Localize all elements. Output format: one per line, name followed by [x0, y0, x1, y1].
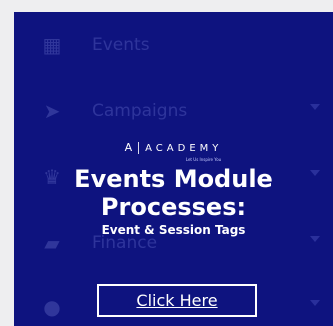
send-icon: ➤	[43, 99, 61, 123]
chevron-down-icon	[310, 104, 320, 110]
headline-line-2: Processes:	[100, 193, 247, 221]
click-here-button[interactable]: Click Here	[97, 284, 257, 317]
chevron-down-icon	[310, 300, 320, 306]
headline-line-1: Events Module	[74, 165, 273, 193]
users-icon: ●	[43, 295, 61, 319]
sidebar-item-label: Events	[92, 35, 150, 55]
logo-divider	[138, 142, 140, 154]
sidebar-item-campaigns: ➤ Campaigns	[40, 100, 320, 122]
academy-tagline: Let Us Inspire You	[185, 157, 222, 162]
academy-wordmark: ACADEMY	[145, 142, 223, 154]
calendar-icon: ▦	[42, 33, 62, 57]
banner-subheadline: Event & Session Tags	[101, 223, 246, 237]
sidebar-item-events: ▦ Events	[40, 34, 320, 56]
sidebar-item-label: Campaigns	[92, 101, 188, 121]
academy-logo-mark: A	[124, 141, 133, 154]
banner-headline: Events Module Processes: Event & Session…	[14, 165, 333, 238]
academy-logo: A ACADEMY Let Us Inspire You	[14, 136, 333, 163]
promo-banner: ▦ Events ➤ Campaigns ♛ ▰ Finance ● A ACA	[14, 12, 333, 326]
